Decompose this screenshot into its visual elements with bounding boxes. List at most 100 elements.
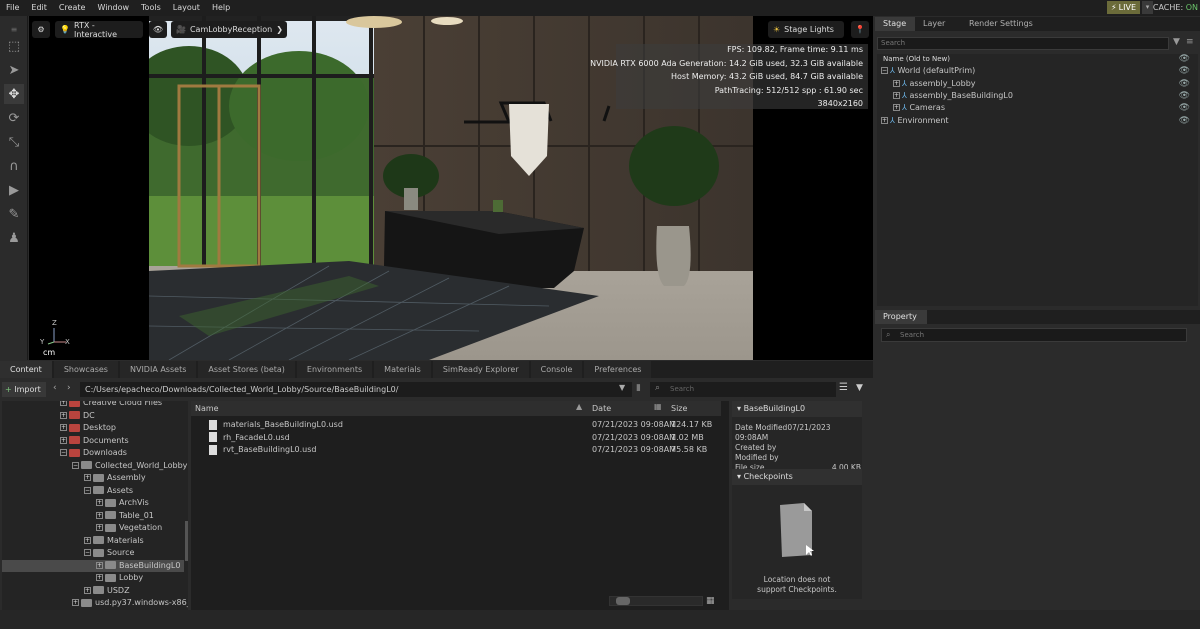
path-dropdown-icon[interactable]: ▼: [619, 383, 625, 392]
folder-item[interactable]: + Table_01: [96, 510, 154, 522]
folder-scrollbar[interactable]: [185, 521, 188, 561]
folder-item[interactable]: + DC: [60, 410, 95, 422]
horizontal-scrollbar[interactable]: [609, 596, 703, 606]
settings-sliders-icon[interactable]: ⚙: [32, 21, 50, 38]
expand-icon[interactable]: +: [84, 536, 91, 544]
path-input[interactable]: C:/Users/epacheco/Downloads/Collected_Wo…: [80, 382, 632, 397]
collapse-icon[interactable]: −: [72, 461, 79, 469]
column-name[interactable]: Name: [195, 404, 219, 413]
expand-icon[interactable]: +: [893, 80, 900, 87]
render-mode-button[interactable]: 💡 RTX - Interactive: [55, 21, 143, 39]
collapse-icon[interactable]: −: [84, 486, 91, 494]
menu-create[interactable]: Create: [53, 0, 92, 16]
stage-item-world[interactable]: − ⅄ World (defaultPrim): [881, 65, 975, 77]
scroll-thumb[interactable]: [616, 597, 630, 605]
visibility-icon[interactable]: 👁: [1179, 66, 1190, 76]
stage-item-cameras[interactable]: + ⅄ Cameras: [893, 102, 945, 114]
eye-icon[interactable]: 👁: [149, 21, 167, 38]
stage-search-input[interactable]: Search: [877, 37, 1169, 50]
expand-icon[interactable]: +: [893, 92, 900, 99]
folder-item[interactable]: + Lobby: [96, 572, 143, 584]
folder-item[interactable]: − Source: [84, 547, 134, 559]
paint-brush-icon[interactable]: ✎: [4, 204, 24, 224]
play-icon[interactable]: ▶: [4, 180, 24, 200]
forward-icon[interactable]: ›: [67, 383, 71, 393]
folder-item[interactable]: + ArchVis: [96, 497, 149, 509]
tab-simready-explorer[interactable]: SimReady Explorer: [432, 361, 529, 378]
folder-item[interactable]: + Desktop: [60, 422, 116, 434]
folder-item[interactable]: + Creative Cloud Files: [60, 401, 162, 409]
folder-item[interactable]: − Downloads: [60, 447, 127, 459]
expand-icon[interactable]: +: [96, 574, 103, 581]
file-row[interactable]: materials_BaseBuildingL0.usd 07/21/2023 0…: [209, 419, 712, 431]
rotate-icon[interactable]: ⟳: [4, 108, 24, 128]
tab-materials[interactable]: Materials: [374, 361, 431, 378]
checkpoints-header[interactable]: ▾ Checkpoints: [732, 469, 862, 485]
folder-item[interactable]: + Documents: [60, 435, 129, 447]
menu-window[interactable]: Window: [91, 0, 135, 16]
stage-item-assembly-lobby[interactable]: + ⅄ assembly_Lobby: [893, 78, 976, 90]
bookmark-icon[interactable]: ▮: [636, 383, 641, 393]
tab-preferences[interactable]: Preferences: [584, 361, 652, 378]
folder-item[interactable]: + Vegetation: [96, 522, 162, 534]
expand-icon[interactable]: +: [84, 586, 91, 594]
column-date[interactable]: Date: [592, 404, 611, 413]
stage-item-environment[interactable]: + ⅄ Environment: [881, 115, 949, 127]
visibility-icon[interactable]: 👁: [1179, 91, 1190, 101]
expand-icon[interactable]: +: [96, 524, 103, 531]
tab-layer[interactable]: Layer: [915, 17, 961, 31]
menu-file[interactable]: File: [0, 0, 25, 16]
grid-view-icon[interactable]: ▦: [706, 596, 715, 606]
folder-item[interactable]: − Assets: [84, 485, 133, 497]
menu-layout[interactable]: Layout: [167, 0, 206, 16]
expand-icon[interactable]: +: [60, 401, 67, 406]
expand-icon[interactable]: +: [84, 474, 91, 481]
collapse-icon[interactable]: −: [881, 67, 888, 74]
expand-icon[interactable]: +: [893, 104, 900, 111]
expand-icon[interactable]: +: [96, 499, 103, 506]
tab-environments[interactable]: Environments: [296, 361, 373, 378]
tab-content[interactable]: Content: [0, 361, 52, 378]
folder-item[interactable]: − Collected_World_Lobby: [72, 460, 187, 472]
expand-icon[interactable]: +: [96, 561, 103, 569]
tab-property[interactable]: Property: [875, 310, 927, 324]
select-arrow-icon[interactable]: ➤: [4, 60, 24, 80]
filter-icon[interactable]: ▼: [1173, 37, 1180, 47]
tab-render-settings[interactable]: Render Settings: [961, 17, 1041, 31]
visibility-icon[interactable]: 👁: [1179, 116, 1190, 126]
tab-nvidia-assets[interactable]: NVIDIA Assets: [119, 361, 197, 378]
content-search-input[interactable]: Search: [650, 382, 836, 397]
select-box-icon[interactable]: ⬚: [4, 36, 24, 56]
snap-icon[interactable]: ∩: [4, 156, 24, 176]
tab-console[interactable]: Console: [530, 361, 583, 378]
folder-item[interactable]: + Assembly: [84, 472, 146, 484]
spawn-icon[interactable]: ♟: [4, 228, 24, 248]
list-view-icon[interactable]: ☰: [839, 382, 848, 393]
tab-stage[interactable]: Stage: [875, 17, 915, 31]
folder-item[interactable]: + USDZ: [84, 585, 130, 597]
expand-icon[interactable]: +: [72, 599, 79, 606]
expand-icon[interactable]: +: [96, 511, 103, 519]
stage-lights-button[interactable]: ☀ Stage Lights: [768, 21, 844, 38]
menu-tools[interactable]: Tools: [135, 0, 167, 16]
camera-button[interactable]: 🎥 CamLobbyReception ❯: [171, 21, 287, 38]
visibility-icon[interactable]: 👁: [1179, 79, 1190, 89]
back-icon[interactable]: ‹: [53, 383, 57, 393]
folder-item[interactable]: + Materials: [84, 535, 144, 547]
live-dropdown-icon[interactable]: ▾: [1142, 1, 1153, 14]
tab-asset-stores[interactable]: Asset Stores (beta): [198, 361, 295, 378]
expand-icon[interactable]: +: [60, 411, 67, 419]
menu-help[interactable]: Help: [206, 0, 236, 16]
file-row[interactable]: rvt_BaseBuildingL0.usd 07/21/2023 09:08AM…: [209, 444, 709, 456]
import-button[interactable]: + Import: [2, 382, 46, 397]
property-search-input[interactable]: Search: [881, 328, 1187, 342]
column-size[interactable]: Size: [671, 404, 687, 413]
filter-icon[interactable]: ▼: [856, 383, 863, 393]
expand-icon[interactable]: +: [60, 424, 67, 431]
scale-icon[interactable]: ⤡: [4, 132, 24, 152]
folder-item[interactable]: + BaseBuildingL0: [2, 559, 184, 572]
folder-item[interactable]: + usd.py37.windows-x86_6: [72, 597, 188, 609]
collapse-icon[interactable]: −: [60, 449, 67, 456]
sort-asc-icon[interactable]: ▲: [576, 402, 582, 411]
stage-item-assembly-basebuilding[interactable]: + ⅄ assembly_BaseBuildingL0: [893, 90, 1013, 102]
